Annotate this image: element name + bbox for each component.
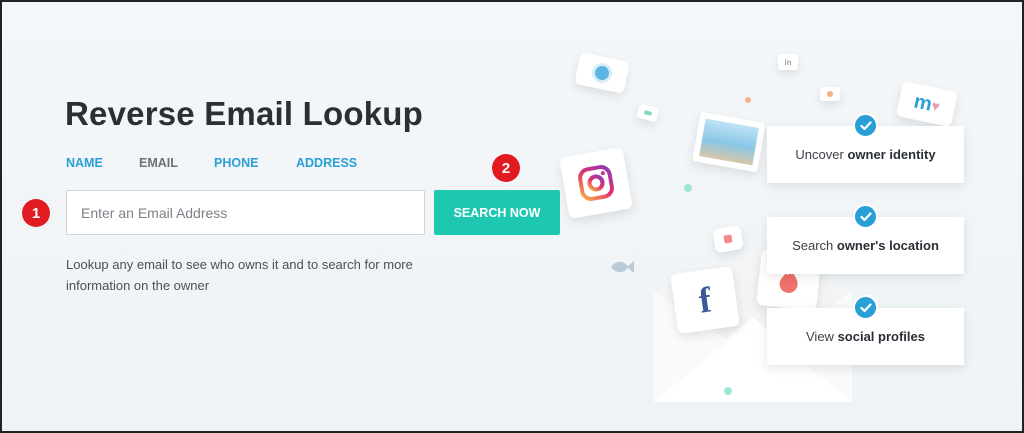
small-badge-icon bbox=[820, 87, 840, 101]
profile-icon bbox=[574, 52, 630, 94]
feature-text: Search owner's location bbox=[792, 238, 939, 253]
email-search-input[interactable] bbox=[66, 190, 425, 235]
linkedin-icon: in bbox=[778, 54, 798, 70]
check-icon bbox=[853, 204, 878, 229]
tab-phone[interactable]: PHONE bbox=[214, 156, 258, 170]
feature-text: View social profiles bbox=[806, 329, 925, 344]
facebook-icon: f bbox=[670, 265, 740, 335]
small-chat-icon bbox=[636, 103, 660, 123]
tab-address[interactable]: ADDRESS bbox=[296, 156, 357, 170]
feature-text: Uncover owner identity bbox=[795, 147, 936, 162]
search-now-button[interactable]: SEARCH NOW bbox=[434, 190, 560, 235]
check-icon bbox=[853, 295, 878, 320]
instagram-icon bbox=[559, 146, 633, 220]
lookup-page: Reverse Email Lookup NAME EMAIL PHONE AD… bbox=[0, 0, 1024, 433]
decorative-dot bbox=[745, 97, 751, 103]
small-tile-icon bbox=[712, 224, 744, 254]
search-description: Lookup any email to see who owns it and … bbox=[66, 257, 413, 293]
photo-icon bbox=[692, 111, 766, 173]
decorative-dot bbox=[724, 387, 732, 395]
tab-email[interactable]: EMAIL bbox=[139, 156, 178, 170]
annotation-marker-2: 2 bbox=[492, 154, 520, 182]
m-logo-icon: m ♥ bbox=[895, 80, 959, 128]
check-icon bbox=[853, 113, 878, 138]
decorative-dot bbox=[684, 184, 692, 192]
tab-name[interactable]: NAME bbox=[66, 156, 103, 170]
annotation-marker-1: 1 bbox=[22, 199, 50, 227]
page-title: Reverse Email Lookup bbox=[65, 95, 423, 132]
fish-icon bbox=[609, 257, 635, 282]
